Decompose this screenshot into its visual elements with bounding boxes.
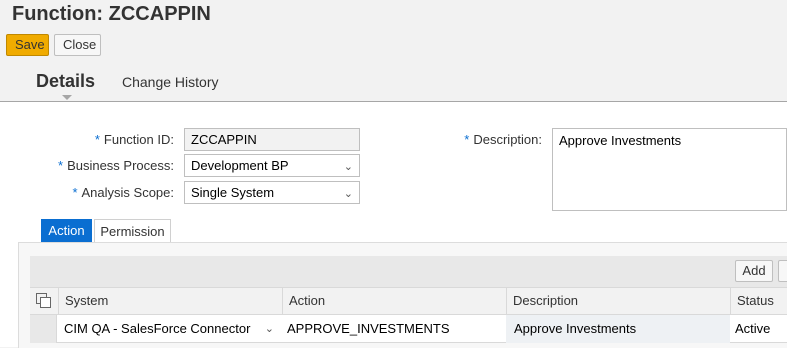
function-id-label: * Function ID: xyxy=(94,132,174,147)
column-header-status[interactable]: Status xyxy=(730,287,787,315)
more-button[interactable] xyxy=(778,260,787,282)
analysis-scope-label: * Analysis Scope: xyxy=(72,185,174,200)
tab-strip xyxy=(0,60,787,103)
tab-change-history[interactable]: Change History xyxy=(122,74,219,90)
chevron-down-icon: ⌄ xyxy=(343,161,353,173)
chevron-down-icon: ⌄ xyxy=(264,323,274,335)
column-header-system[interactable]: System xyxy=(58,287,282,315)
column-header-action[interactable]: Action xyxy=(282,287,506,315)
table-toolbar xyxy=(30,256,787,287)
required-marker: * xyxy=(72,185,78,200)
add-button[interactable]: Add xyxy=(735,260,773,282)
row-selector[interactable] xyxy=(30,315,57,343)
business-process-label: * Business Process: xyxy=(58,158,174,173)
subtab-permission[interactable]: Permission xyxy=(94,219,171,242)
save-button[interactable]: Save xyxy=(6,34,49,56)
required-marker: * xyxy=(58,158,64,173)
chevron-down-icon: ⌄ xyxy=(343,188,353,200)
tab-details[interactable]: Details xyxy=(36,71,95,92)
required-marker: * xyxy=(464,132,470,147)
description-textarea[interactable]: Approve Investments xyxy=(552,128,787,211)
column-header-description[interactable]: Description xyxy=(506,287,730,315)
subtab-action[interactable]: Action xyxy=(41,219,92,242)
business-process-select[interactable]: Development BP ⌄ xyxy=(184,154,360,177)
selected-tab-indicator xyxy=(62,95,72,100)
description-label: * Description: xyxy=(464,132,542,147)
action-cell[interactable]: APPROVE_INVESTMENTS xyxy=(281,315,506,343)
function-id-field: ZCCAPPIN xyxy=(184,128,360,151)
close-button[interactable]: Close xyxy=(54,34,101,56)
status-cell: Active xyxy=(735,321,771,336)
system-select[interactable]: CIM QA - SalesForce Connector ⌄ xyxy=(58,315,282,343)
description-cell: Approve Investments xyxy=(506,315,730,343)
required-marker: * xyxy=(94,132,100,147)
page-title: Function: ZCCAPPIN xyxy=(12,3,211,25)
select-all-icon[interactable] xyxy=(36,293,51,308)
analysis-scope-select[interactable]: Single System ⌄ xyxy=(184,181,360,204)
